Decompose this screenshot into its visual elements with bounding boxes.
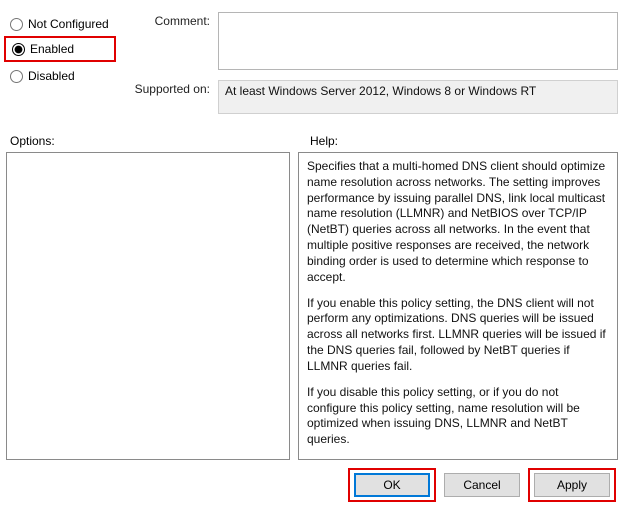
- policy-dialog: Not Configured Enabled Disabled Comment:…: [0, 0, 624, 508]
- comment-input[interactable]: [218, 12, 618, 70]
- cancel-button[interactable]: Cancel: [444, 473, 520, 497]
- apply-button[interactable]: Apply: [534, 473, 610, 497]
- help-paragraph: If you enable this policy setting, the D…: [307, 296, 609, 375]
- ok-button[interactable]: OK: [354, 473, 430, 497]
- section-labels: Options: Help:: [6, 134, 618, 148]
- supported-label: Supported on:: [124, 80, 218, 96]
- comment-row: Comment:: [124, 12, 618, 70]
- radio-not-configured-input[interactable]: [10, 18, 23, 31]
- options-box[interactable]: [6, 152, 290, 460]
- radio-disabled-input[interactable]: [10, 70, 23, 83]
- apply-highlight: Apply: [528, 468, 616, 502]
- radio-enabled-input[interactable]: [12, 43, 25, 56]
- supported-on-value: [218, 80, 618, 114]
- help-paragraph: Specifies that a multi-homed DNS client …: [307, 159, 609, 286]
- radio-enabled-label: Enabled: [30, 42, 74, 56]
- help-paragraph: If you disable this policy setting, or i…: [307, 385, 609, 448]
- comment-label: Comment:: [124, 12, 218, 28]
- content-boxes: Specifies that a multi-homed DNS client …: [6, 152, 618, 460]
- enabled-highlight: Enabled: [4, 36, 116, 62]
- ok-highlight: OK: [348, 468, 436, 502]
- radio-enabled[interactable]: Enabled: [8, 39, 112, 59]
- fields-column: Comment: Supported on:: [124, 4, 618, 128]
- radio-not-configured-label: Not Configured: [28, 17, 109, 31]
- options-section-label: Options:: [6, 134, 300, 148]
- dialog-footer: OK Cancel Apply: [6, 460, 618, 500]
- supported-row: Supported on:: [124, 80, 618, 114]
- radio-disabled[interactable]: Disabled: [6, 66, 124, 86]
- radio-disabled-label: Disabled: [28, 69, 75, 83]
- state-radio-group: Not Configured Enabled Disabled: [6, 4, 124, 128]
- help-section-label: Help:: [300, 134, 338, 148]
- help-box[interactable]: Specifies that a multi-homed DNS client …: [298, 152, 618, 460]
- radio-not-configured[interactable]: Not Configured: [6, 14, 124, 34]
- top-area: Not Configured Enabled Disabled Comment:…: [6, 4, 618, 128]
